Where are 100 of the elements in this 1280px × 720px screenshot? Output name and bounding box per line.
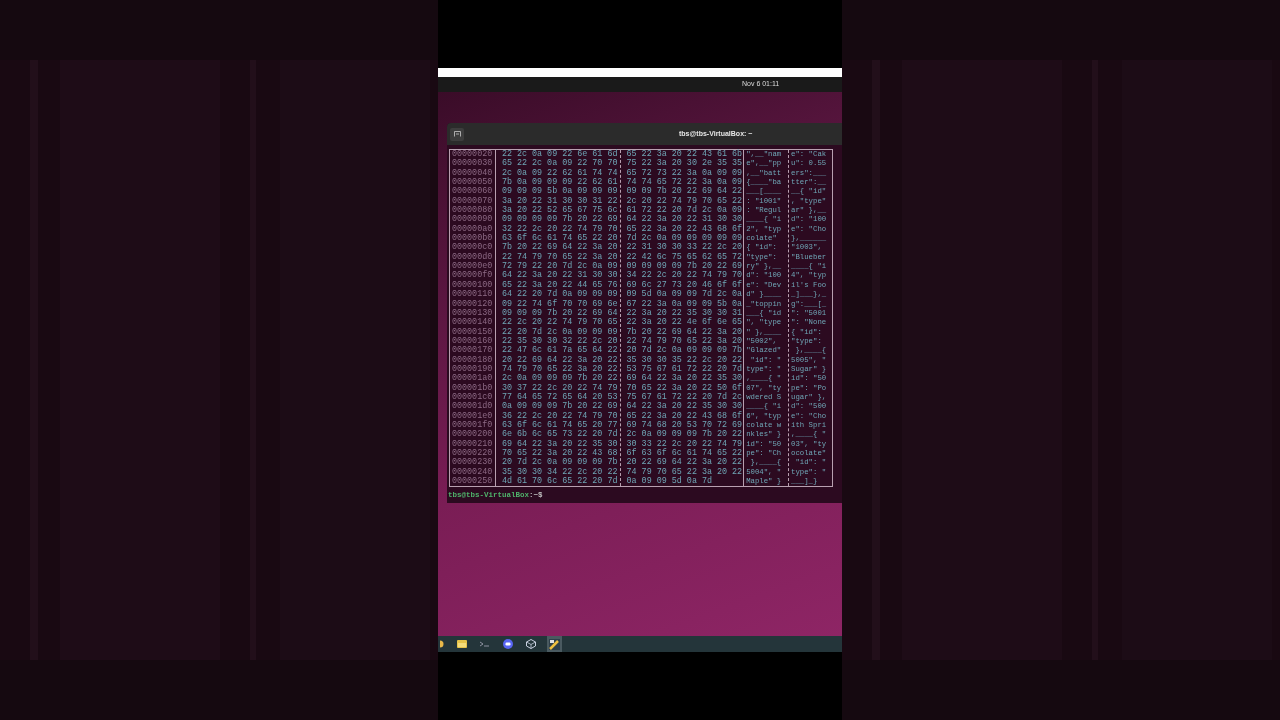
hex-bytes: 6f 63 6f 6c 61 74 65 22 (626, 449, 744, 458)
hex-bytes: 22 74 79 70 65 22 3a 20 (626, 336, 744, 346)
hex-bytes: 69 64 22 3a 20 22 35 30 (501, 439, 619, 449)
offset: 000000b0 (452, 234, 494, 244)
offset: 000000c0 (452, 243, 494, 253)
hex-bytes: 22 35 30 30 32 22 2c 20 (501, 336, 619, 346)
offset: 00000200 (452, 430, 494, 440)
hex-bytes: 09 09 09 7b 20 22 69 64 (501, 308, 619, 318)
hex-bytes: 22 74 79 70 65 22 3a 20 (501, 252, 619, 262)
hex-bytes: 65 72 73 22 3a 0a 09 09 (626, 168, 744, 178)
hex-bytes: 6e 6b 6c 65 73 22 20 7d (501, 430, 619, 440)
hex-bytes: 7d 2c 0a 09 09 09 09 09 (626, 234, 744, 244)
offset: 00000090 (452, 215, 494, 225)
offset: 000001f0 (452, 420, 494, 430)
hex-bytes: 7b 20 22 69 64 22 3a 20 (626, 327, 744, 337)
hex-bytes: 22 47 6c 61 7a 65 64 22 (501, 346, 619, 356)
offset: 00000110 (452, 290, 494, 300)
offset: 00000190 (452, 364, 494, 374)
hex-bytes: 7b 20 22 69 64 22 3a 20 (501, 243, 619, 253)
hex-bytes: 09 09 09 09 7b 20 22 69 (501, 215, 619, 225)
hex-bytes: 65 22 2c 0a 09 22 70 70 (501, 159, 619, 169)
offset: 00000060 (452, 187, 494, 197)
offset: 00000140 (452, 318, 494, 328)
offset: 000001e0 (452, 411, 494, 421)
hex-bytes: 70 65 22 3a 20 22 50 6f (626, 383, 744, 393)
hex-bytes: 2c 0a 09 09 09 7b 20 22 (501, 374, 619, 384)
hex-bytes: 63 6f 6c 61 74 65 20 77 (501, 420, 619, 430)
hex-bytes: 65 22 3a 20 22 43 68 6f (626, 224, 744, 234)
hex-bytes: 09 09 7b 20 22 69 64 22 (626, 187, 744, 197)
offset: 00000020 (452, 150, 494, 159)
hex-bytes: 09 22 74 6f 70 70 69 6e (501, 299, 619, 309)
offset: 00000250 (452, 477, 494, 487)
hex-bytes: 20 22 69 64 22 3a 20 22 (626, 458, 744, 468)
offset: 00000210 (452, 439, 494, 449)
hex-bytes: 64 22 3a 20 22 35 30 30 (626, 402, 744, 412)
hex-bytes: 2c 0a 09 09 09 7b 20 22 (626, 430, 744, 440)
hex-bytes: 20 7d 2c 0a 09 09 09 7b (626, 346, 744, 356)
hex-bytes: 2c 0a 09 22 62 61 74 74 (501, 168, 619, 178)
offset: 00000070 (452, 196, 494, 206)
offset: 000000a0 (452, 224, 494, 234)
hex-bytes: 09 09 09 5b 0a 09 09 09 (501, 187, 619, 197)
hex-bytes: 64 22 20 7d 0a 09 09 09 (501, 290, 619, 300)
hex-bytes: 22 3a 20 22 4e 6f 6e 65 (626, 318, 744, 328)
hex-bytes: 69 74 68 20 53 70 72 69 (626, 420, 744, 430)
hex-bytes: 75 67 61 72 22 20 7d 2c (626, 392, 744, 402)
offset: 00000080 (452, 206, 494, 216)
offset: 00000230 (452, 458, 494, 468)
hex-bytes: 53 75 67 61 72 22 20 7d (626, 364, 744, 374)
hex-bytes: 09 09 09 09 7b 20 22 69 (626, 262, 744, 272)
hex-bytes: 75 22 3a 20 30 2e 35 35 (626, 159, 744, 169)
hex-bytes: 64 22 3a 20 22 31 30 30 (501, 271, 619, 281)
offset: 000001c0 (452, 392, 494, 402)
hex-bytes: 4d 61 70 6c 65 22 20 7d (501, 477, 619, 487)
offset: 000000d0 (452, 252, 494, 262)
offset: 000001d0 (452, 402, 494, 412)
hex-bytes: 74 79 70 65 22 3a 20 22 (501, 364, 619, 374)
offset: 000001b0 (452, 383, 494, 393)
hex-bytes: 36 22 2c 20 22 74 79 70 (501, 411, 619, 421)
hex-bytes: 70 65 22 3a 20 22 43 68 (501, 449, 619, 458)
offset: 00000040 (452, 168, 494, 178)
hex-bytes: 35 30 30 34 22 2c 20 22 (501, 467, 619, 477)
hex-bytes: 74 79 70 65 22 3a 20 22 (626, 467, 744, 477)
hex-bytes: 65 22 3a 20 22 43 61 6b (626, 150, 744, 159)
hex-bytes: 22 20 7d 2c 0a 09 09 09 (501, 327, 619, 337)
hex-bytes: 22 42 6c 75 65 62 65 72 (626, 252, 744, 262)
terminal-icon[interactable] (480, 641, 490, 647)
hex-bytes: 22 2c 0a 09 22 6e 61 6d (501, 150, 619, 159)
hex-bytes: 69 64 22 3a 20 22 35 30 (626, 374, 744, 384)
hex-bytes: 30 33 22 2c 20 22 74 79 (626, 439, 744, 449)
hex-bytes: 30 37 22 2c 20 22 74 79 (501, 383, 619, 393)
hex-bytes: 65 22 3a 20 22 43 68 6f (626, 411, 744, 421)
new-tab-button[interactable] (450, 127, 464, 141)
offset: 000001a0 (452, 374, 494, 384)
offset: 00000050 (452, 178, 494, 188)
hex-bytes: 3a 20 22 31 30 30 31 22 (501, 196, 619, 206)
offset: 00000180 (452, 355, 494, 365)
hex-bytes: 77 64 65 72 65 64 20 53 (501, 392, 619, 402)
offset: 00000130 (452, 308, 494, 318)
hex-bytes: 22 31 30 30 33 22 2c 20 (626, 243, 744, 253)
offset: 00000170 (452, 346, 494, 356)
offset: 00000240 (452, 467, 494, 477)
hex-bytes: 22 3a 20 22 35 30 30 31 (626, 308, 744, 318)
hex-bytes: 67 22 3a 0a 09 09 5b 0a (626, 299, 744, 309)
hex-bytes: 65 22 3a 20 22 44 65 76 (501, 280, 619, 290)
hex-bytes: 34 22 2c 20 22 74 79 70 (626, 271, 744, 281)
offset: 00000100 (452, 280, 494, 290)
offset: 00000220 (452, 449, 494, 458)
hex-bytes: 32 22 2c 20 22 74 79 70 (501, 224, 619, 234)
hex-bytes: 2c 20 22 74 79 70 65 22 (626, 196, 744, 206)
offset: 000000f0 (452, 271, 494, 281)
hex-bytes: 69 6c 27 73 20 46 6f 6f (626, 280, 744, 290)
hex-bytes: 0a 09 09 5d 0a 7d (626, 477, 713, 487)
offset: 00000160 (452, 336, 494, 346)
hex-bytes: 35 30 30 35 22 2c 20 22 (626, 355, 744, 365)
hex-bytes: 09 5d 0a 09 09 7d 2c 0a (626, 290, 744, 300)
offset: 00000030 (452, 159, 494, 169)
hex-bytes: 72 79 22 20 7d 2c 0a 09 (501, 262, 619, 272)
hex-bytes: 0a 09 09 09 7b 20 22 69 (501, 402, 619, 412)
tab-icon (453, 131, 461, 137)
offset: 00000120 (452, 299, 494, 309)
